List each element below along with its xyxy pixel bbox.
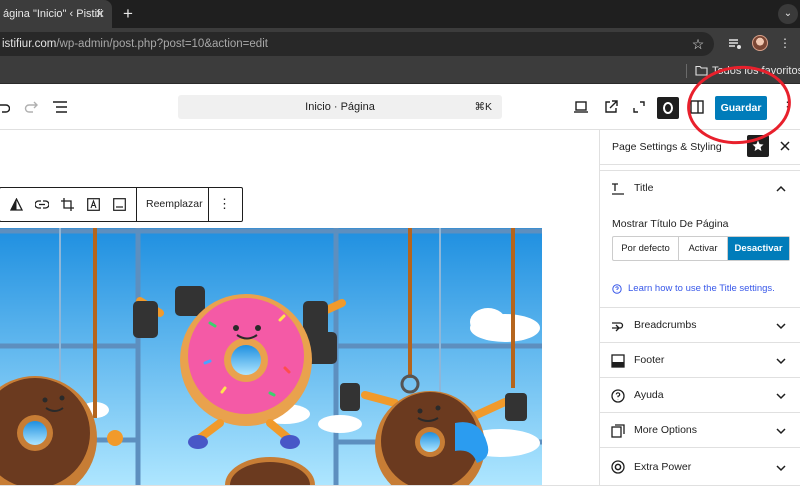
- screen: ágina "Inicio" ‹ Pistifi ✕ + ⌄ istifiur.…: [0, 0, 800, 500]
- caption-icon[interactable]: [113, 198, 126, 211]
- text-overlay-icon[interactable]: [87, 198, 100, 211]
- block-toolbar: Reemplazar ⋮: [0, 187, 243, 222]
- document-overview-icon[interactable]: [52, 100, 68, 114]
- section-extra-power-label: Extra Power: [634, 461, 692, 473]
- document-title: Inicio · Página: [305, 101, 375, 113]
- block-toolbar-divider: [208, 188, 209, 221]
- options-menu-icon[interactable]: ⋮: [781, 98, 794, 116]
- crop-icon[interactable]: [61, 198, 74, 211]
- editor-canvas: Reemplazar ⋮: [0, 130, 598, 485]
- redo-icon[interactable]: [24, 100, 38, 114]
- section-extra-power[interactable]: Extra Power: [600, 447, 800, 485]
- url-host: istifiur.com: [2, 38, 57, 50]
- block-options-icon[interactable]: ⋮: [218, 195, 231, 213]
- link-icon[interactable]: [35, 199, 49, 210]
- section-footer-label: Footer: [634, 354, 665, 366]
- section-more-options-label: More Options: [634, 424, 698, 436]
- option-enable[interactable]: Activar: [679, 237, 728, 260]
- command-palette-bar[interactable]: Inicio · Página ⌘K: [178, 95, 502, 119]
- section-ayuda[interactable]: Ayuda: [600, 377, 800, 412]
- chevron-down-icon: [776, 465, 786, 472]
- section-more-options[interactable]: More Options: [600, 412, 800, 447]
- section-title-label: Title: [634, 182, 654, 194]
- editor-footer: [0, 485, 800, 500]
- title-visibility-toggle: Por defecto Activar Desactivar: [612, 236, 790, 261]
- help-circle-icon: [611, 389, 625, 403]
- editor-toolbar: Inicio · Página ⌘K ⋮: [0, 85, 800, 130]
- settings-panel-toggle-icon[interactable]: [690, 100, 704, 114]
- bookmark-star-icon[interactable]: ☆: [690, 32, 706, 56]
- help-circle-icon: [612, 284, 622, 294]
- browser-menu-icon[interactable]: ⋮: [779, 36, 791, 50]
- tab-close-icon[interactable]: ✕: [91, 5, 109, 23]
- media-control-icon[interactable]: [728, 37, 742, 51]
- sidebar-title: Page Settings & Styling: [612, 141, 722, 153]
- tab-title: ágina "Inicio" ‹ Pistifi: [3, 8, 103, 20]
- bookmarks-bar: Todos los favoritos: [0, 58, 800, 84]
- profile-avatar[interactable]: [752, 35, 768, 51]
- all-bookmarks-link[interactable]: Todos los favoritos: [712, 58, 800, 84]
- desktop-preview-icon[interactable]: [574, 101, 588, 113]
- star-filled-icon: [752, 140, 764, 151]
- title-icon: [612, 183, 624, 195]
- more-options-icon: [611, 424, 625, 438]
- chevron-up-icon: [776, 185, 786, 192]
- url-path: /wp-admin/post.php?post=10&action=edit: [56, 38, 268, 50]
- pin-sidebar-button[interactable]: [747, 135, 769, 157]
- browser-tab[interactable]: ágina "Inicio" ‹ Pistifi ✕: [0, 0, 112, 28]
- plugin-o-button[interactable]: [657, 97, 679, 119]
- chevron-down-icon: [776, 428, 786, 435]
- browser-address-bar: istifiur.com/wp-admin/post.php?post=10&a…: [0, 28, 800, 58]
- sidebar-header: Page Settings & Styling: [600, 130, 800, 165]
- folder-icon: [695, 65, 708, 76]
- option-disable[interactable]: Desactivar: [728, 237, 789, 260]
- section-title[interactable]: Title: [600, 170, 800, 205]
- donut-gym-image[interactable]: [0, 228, 542, 485]
- section-footer[interactable]: Footer: [600, 342, 800, 377]
- breadcrumbs-icon: [612, 322, 624, 332]
- show-title-field-label: Mostrar Título De Página: [612, 218, 729, 230]
- section-breadcrumbs-label: Breadcrumbs: [634, 319, 697, 331]
- block-toolbar-divider: [136, 188, 137, 221]
- chevron-down-icon: [776, 358, 786, 365]
- section-ayuda-label: Ayuda: [634, 389, 664, 401]
- extra-power-icon: [611, 460, 625, 474]
- replace-button[interactable]: Reemplazar: [146, 188, 203, 221]
- apply-duotone-icon[interactable]: [10, 198, 23, 211]
- help-link-text: Learn how to use the Title settings.: [628, 283, 775, 294]
- save-button[interactable]: Guardar: [715, 96, 767, 120]
- shortcut-hint: ⌘K: [474, 101, 492, 113]
- chevron-down-icon: [776, 323, 786, 330]
- footer-icon: [611, 354, 625, 368]
- view-page-external-icon[interactable]: [604, 100, 618, 114]
- close-sidebar-icon[interactable]: [777, 138, 793, 154]
- undo-icon[interactable]: [0, 100, 10, 114]
- url-field[interactable]: istifiur.com/wp-admin/post.php?post=10&a…: [0, 32, 714, 56]
- option-default[interactable]: Por defecto: [613, 237, 679, 260]
- bookmarks-divider: [686, 64, 687, 78]
- new-tab-icon[interactable]: +: [118, 3, 138, 25]
- fullscreen-icon[interactable]: [632, 100, 646, 114]
- chevron-down-icon: [776, 393, 786, 400]
- tab-search-icon[interactable]: ⌄: [778, 4, 798, 24]
- section-breadcrumbs[interactable]: Breadcrumbs: [600, 307, 800, 342]
- browser-tab-bar: ágina "Inicio" ‹ Pistifi ✕ + ⌄: [0, 0, 800, 28]
- settings-sidebar: Page Settings & Styling Title Mostrar Tí…: [599, 130, 800, 485]
